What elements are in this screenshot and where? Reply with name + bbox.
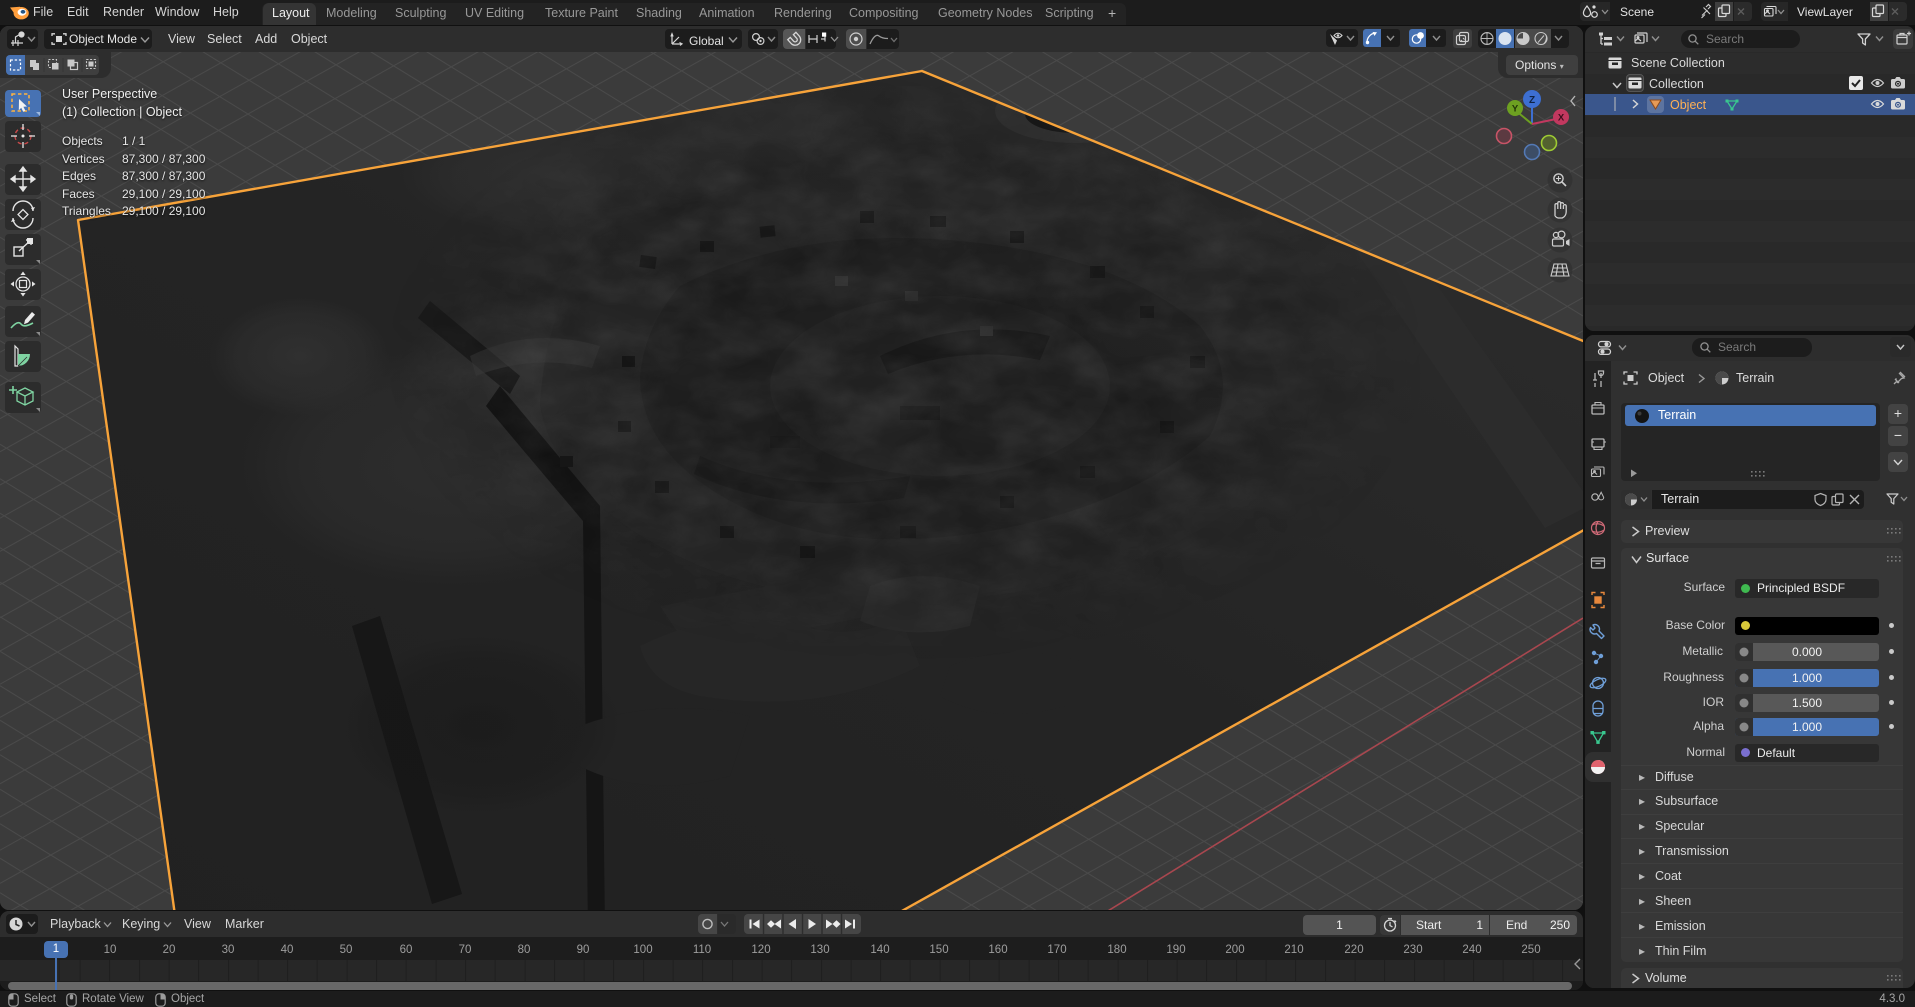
- svg-text:Y: Y: [1512, 104, 1519, 115]
- svg-text:X: X: [1558, 113, 1565, 124]
- svg-text:Z: Z: [1529, 95, 1535, 106]
